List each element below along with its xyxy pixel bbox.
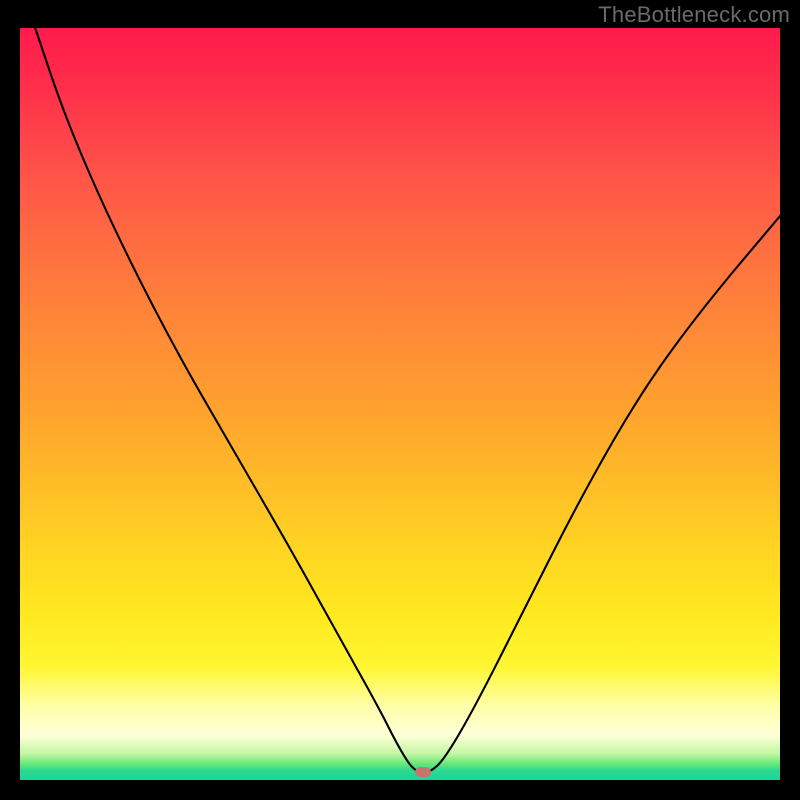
bottleneck-curve	[20, 28, 780, 780]
plot-area	[20, 28, 780, 780]
chart-frame: TheBottleneck.com	[0, 0, 800, 800]
min-marker	[415, 767, 431, 777]
watermark-text: TheBottleneck.com	[598, 2, 790, 28]
